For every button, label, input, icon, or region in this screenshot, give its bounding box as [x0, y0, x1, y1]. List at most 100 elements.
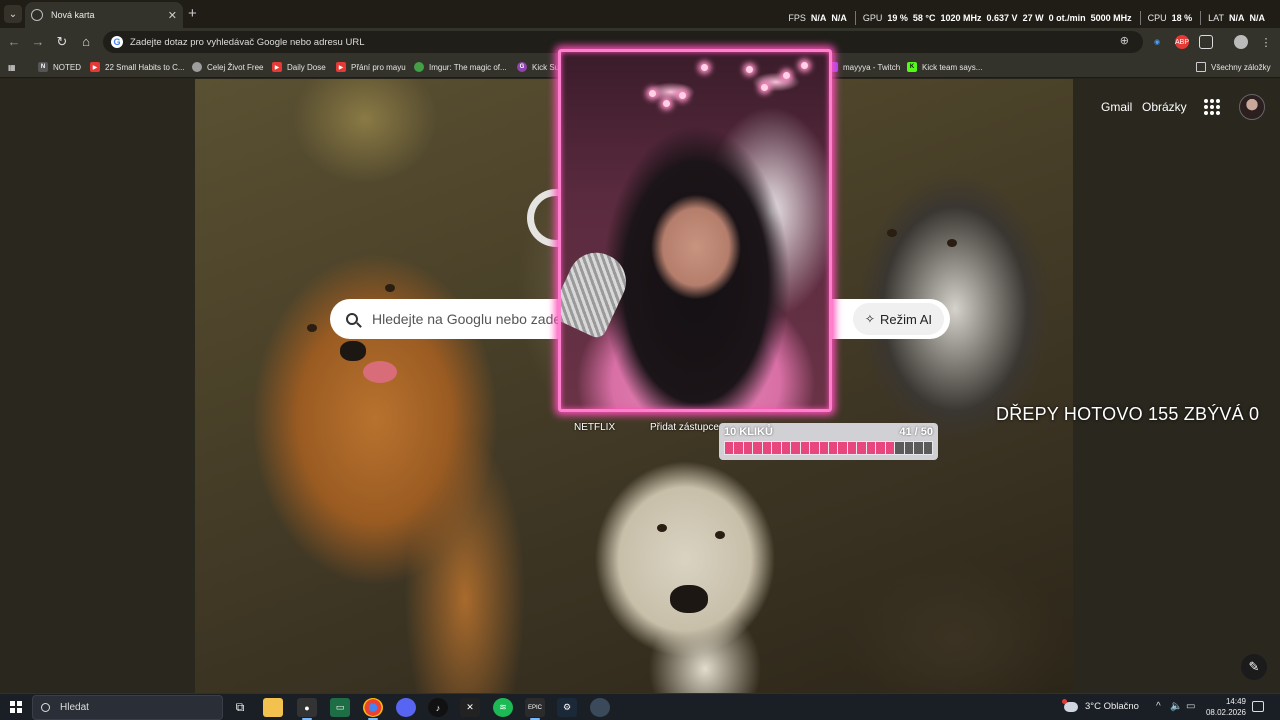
- obs-icon[interactable]: ●: [297, 698, 317, 720]
- notification-icon[interactable]: [1252, 701, 1264, 712]
- light-decoration: [649, 90, 656, 97]
- network-icon[interactable]: ▭: [1186, 701, 1195, 712]
- tab-new-tab[interactable]: Nová karta ✕: [25, 2, 183, 28]
- gpu-fan: 0 ot./min: [1048, 13, 1086, 23]
- windows-start-icon[interactable]: [10, 701, 22, 713]
- chevron-up-icon[interactable]: ^: [1156, 701, 1161, 712]
- reload-icon[interactable]: ↻: [54, 34, 70, 50]
- lat-label: LAT: [1208, 13, 1224, 23]
- progress-segment: [923, 442, 932, 454]
- discord-icon[interactable]: [396, 698, 416, 717]
- dog-eye: [887, 229, 897, 237]
- youtube-icon: ▶: [90, 62, 100, 72]
- close-icon[interactable]: ✕: [168, 9, 177, 22]
- address-bar-placeholder: Zadejte dotaz pro vyhledávač Google nebo…: [130, 36, 365, 48]
- gmail-link[interactable]: Gmail: [1101, 100, 1132, 114]
- ai-mode-label: Režim AI: [879, 311, 932, 327]
- progress-segment: [743, 442, 753, 454]
- sparkle-search-icon: ✧: [864, 312, 875, 326]
- divider: [854, 11, 856, 25]
- weather-text: 3°C Oblačno: [1085, 701, 1139, 712]
- gpu-voltage: 0.637 V: [986, 13, 1018, 23]
- progress-segment: [847, 442, 857, 454]
- bookmark-item[interactable]: ▶ Daily Dose: [272, 61, 326, 73]
- home-icon[interactable]: ⌂: [78, 34, 94, 49]
- account-avatar[interactable]: [1239, 94, 1265, 120]
- light-decoration: [663, 100, 670, 107]
- imgur-icon: [414, 62, 424, 72]
- capcut-icon[interactable]: ✕: [460, 698, 480, 717]
- steam-icon[interactable]: ⚙: [557, 698, 577, 717]
- kick-icon: G: [517, 62, 527, 72]
- notion-icon: N: [38, 62, 48, 72]
- google-apps-icon[interactable]: [1204, 99, 1220, 115]
- file-explorer-icon[interactable]: [263, 698, 283, 717]
- progress-segment: [876, 442, 885, 454]
- progress-segment: [819, 442, 828, 454]
- kick-icon: K: [907, 62, 917, 72]
- light-decoration: [761, 84, 768, 91]
- clicks-progress-bar: [724, 441, 933, 455]
- progress-segment: [810, 442, 819, 454]
- audio-extension-icon[interactable]: ◉: [1150, 35, 1164, 49]
- gpu-load: 19 %: [887, 13, 908, 23]
- bookmark-item[interactable]: ▶ Přání pro mayu: [336, 61, 406, 73]
- images-link[interactable]: Obrázky: [1142, 100, 1187, 114]
- weather-widget[interactable]: 3°C Oblačno: [1062, 698, 1139, 712]
- fps-value: N/A: [810, 13, 827, 23]
- progress-segment: [791, 442, 800, 454]
- bookmark-item[interactable]: K Kick team says...: [907, 61, 982, 73]
- progress-segment: [800, 442, 810, 454]
- fps-label: FPS: [788, 13, 806, 23]
- progress-segment: [866, 442, 876, 454]
- profile-avatar[interactable]: [1234, 35, 1248, 49]
- dog-tongue: [363, 361, 397, 383]
- progress-segment: [725, 442, 734, 454]
- light-decoration: [801, 62, 808, 69]
- epic-games-icon[interactable]: EPIC: [525, 698, 545, 720]
- back-arrow-icon[interactable]: ←: [6, 34, 22, 49]
- customize-pencil-icon[interactable]: ✎: [1241, 654, 1267, 680]
- forward-arrow-icon[interactable]: →: [30, 34, 46, 49]
- bookmark-item[interactable]: Imgur: The magic of...: [414, 61, 507, 73]
- progress-segment: [885, 442, 895, 454]
- spotify-icon[interactable]: ≋: [493, 698, 513, 717]
- extensions-icon[interactable]: [1199, 35, 1213, 49]
- light-decoration: [746, 66, 753, 73]
- gpu-mem-clock: 5000 MHz: [1090, 13, 1132, 23]
- progress-segment: [914, 442, 923, 454]
- system-clock[interactable]: 14:49 08.02.2026: [1202, 696, 1246, 718]
- lat-value: N/A: [1229, 13, 1245, 23]
- dog-eye: [307, 324, 317, 332]
- bookmark-item[interactable]: Celej Život Free: [192, 61, 263, 73]
- taskbar-search[interactable]: Hledat: [32, 695, 223, 720]
- bookmark-item[interactable]: mayyya - Twitch: [828, 61, 900, 73]
- app-icon[interactable]: [590, 698, 610, 717]
- cpu-load: 18 %: [1171, 13, 1193, 23]
- terminal-icon[interactable]: ▭: [330, 698, 350, 717]
- tab-search-button[interactable]: ⌄: [4, 5, 22, 23]
- new-tab-button[interactable]: +: [188, 5, 197, 22]
- squats-counter-overlay: DŘEPY HOTOVO 155 ZBÝVÁ 0: [996, 404, 1260, 424]
- gpu-power: 27 W: [1022, 13, 1044, 23]
- apps-grid-icon[interactable]: ▦: [8, 61, 16, 73]
- clicks-count: 41 / 50: [899, 426, 933, 438]
- task-view-icon[interactable]: ⧉: [230, 698, 250, 717]
- bookmark-item[interactable]: ▶ 22 Small Habits to C...: [90, 61, 185, 73]
- shortcut-netflix[interactable]: NETFLIX: [574, 422, 615, 433]
- bookmark-item[interactable]: N NOTED: [38, 61, 81, 73]
- zoom-icon[interactable]: ⊕: [1120, 34, 1129, 47]
- chrome-icon[interactable]: [363, 698, 383, 720]
- tiktok-icon[interactable]: ♪: [428, 698, 448, 717]
- gpu-temp: 58 °C: [912, 13, 936, 23]
- shortcut-add[interactable]: Přidat zástupce: [650, 422, 719, 433]
- ai-mode-button[interactable]: ✧ Režim AI: [852, 303, 944, 335]
- light-decoration: [679, 92, 686, 99]
- menu-dots-icon[interactable]: ⋮: [1259, 35, 1273, 49]
- progress-segment: [781, 442, 791, 454]
- windows-taskbar: Hledat ⧉ ● ▭ ♪ ✕ ≋ EPIC ⚙ 3°C Oblačno ^ …: [0, 693, 1280, 720]
- adblock-icon[interactable]: ABP: [1175, 35, 1189, 49]
- all-bookmarks-folder[interactable]: Všechny záložky: [1196, 61, 1271, 73]
- youtube-icon: ▶: [272, 62, 282, 72]
- speaker-icon[interactable]: 🔈: [1170, 701, 1182, 712]
